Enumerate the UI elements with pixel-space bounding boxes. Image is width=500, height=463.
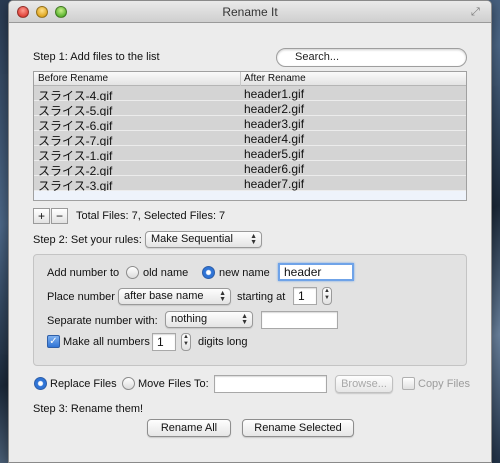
replace-files-label: Replace Files — [50, 378, 117, 390]
table-row[interactable]: スライス-6.gif header3.gif — [34, 116, 466, 133]
step1-label: Step 1: Add files to the list — [33, 51, 160, 63]
table-row[interactable]: スライス-2.gif header6.gif — [34, 161, 466, 178]
separate-number-label: Separate number with: — [47, 315, 158, 327]
move-files-label: Move Files To: — [138, 378, 209, 390]
make-all-numbers-checkbox[interactable]: ✓ — [47, 335, 60, 348]
search-input[interactable]: Search... — [276, 48, 467, 67]
add-number-to-label: Add number to — [47, 267, 120, 279]
table-row[interactable]: スライス-7.gif header4.gif — [34, 131, 466, 148]
table-row[interactable]: スライス-3.gif header7.gif — [34, 176, 466, 193]
browse-button[interactable]: Browse... — [335, 375, 393, 393]
separator-value: nothing — [171, 313, 208, 325]
popup-arrows-icon: ▲ ▼ — [250, 233, 257, 246]
file-table[interactable]: Before Rename After Rename スライス-4.gif hea… — [33, 71, 467, 201]
new-name-radio[interactable] — [202, 266, 215, 279]
rename-selected-button[interactable]: Rename Selected — [242, 419, 354, 437]
digits-stepper[interactable]: ▲ ▼ — [181, 333, 191, 351]
after-name: header7.gif — [244, 177, 305, 191]
move-path-input[interactable] — [214, 375, 327, 393]
place-number-label: Place number — [47, 291, 115, 303]
move-files-radio[interactable] — [122, 377, 135, 390]
old-name-label: old name — [143, 267, 189, 279]
make-all-numbers-label: Make all numbers — [63, 336, 150, 348]
digits-input[interactable]: 1 — [152, 333, 176, 351]
add-files-button[interactable]: + — [33, 208, 50, 224]
new-name-label: new name — [219, 267, 270, 279]
empty-row — [34, 191, 466, 200]
after-name: header5.gif — [244, 147, 305, 161]
starting-at-label: starting at — [237, 291, 286, 303]
rename-it-window: Rename It ⤢ Step 1: Add files to the lis… — [8, 0, 492, 463]
popup-arrows-icon: ▲ ▼ — [219, 290, 226, 303]
rule-type-popup[interactable]: Make Sequential ▲ ▼ — [145, 231, 262, 248]
window-title: Rename It — [222, 5, 278, 19]
table-row[interactable]: スライス-1.gif header5.gif — [34, 146, 466, 163]
titlebar: Rename It ⤢ — [9, 1, 491, 23]
fullscreen-icon[interactable]: ⤢ — [471, 6, 483, 18]
copy-files-checkbox[interactable] — [402, 377, 415, 390]
step3-label: Step 3: Rename them! — [33, 403, 144, 415]
old-name-radio[interactable] — [126, 266, 139, 279]
table-header: Before Rename After Rename — [34, 72, 466, 86]
after-name: header2.gif — [244, 102, 305, 116]
table-row[interactable]: スライス-5.gif header2.gif — [34, 101, 466, 118]
separator-popup[interactable]: nothing ▲ ▼ — [165, 311, 253, 328]
remove-files-button[interactable]: − — [51, 208, 68, 224]
column-before-rename[interactable]: Before Rename — [38, 73, 108, 84]
after-name: header4.gif — [244, 132, 305, 146]
after-name: header1.gif — [244, 87, 305, 101]
file-count-summary: Total Files: 7, Selected Files: 7 — [76, 210, 226, 222]
after-name: header3.gif — [244, 117, 305, 131]
rules-group: Add number to old name new name header P… — [33, 254, 467, 366]
place-number-value: after base name — [124, 290, 204, 302]
column-divider — [240, 72, 241, 86]
rename-all-button[interactable]: Rename All — [147, 419, 231, 437]
starting-at-stepper[interactable]: ▲ ▼ — [322, 287, 332, 305]
after-name: header6.gif — [244, 162, 305, 176]
digits-long-label: digits long — [198, 336, 248, 348]
table-row[interactable]: スライス-4.gif header1.gif — [34, 86, 466, 103]
new-name-input[interactable]: header — [278, 263, 354, 281]
step2-label: Step 2: Set your rules: — [33, 234, 142, 246]
popup-arrows-icon: ▲ ▼ — [241, 313, 248, 326]
replace-files-radio[interactable] — [34, 377, 47, 390]
rule-type-value: Make Sequential — [151, 233, 233, 245]
copy-files-label: Copy Files — [418, 378, 470, 390]
column-after-rename[interactable]: After Rename — [244, 73, 306, 84]
starting-at-input[interactable]: 1 — [293, 287, 317, 305]
place-number-popup[interactable]: after base name ▲ ▼ — [118, 288, 231, 305]
separator-custom-input[interactable] — [261, 311, 338, 329]
